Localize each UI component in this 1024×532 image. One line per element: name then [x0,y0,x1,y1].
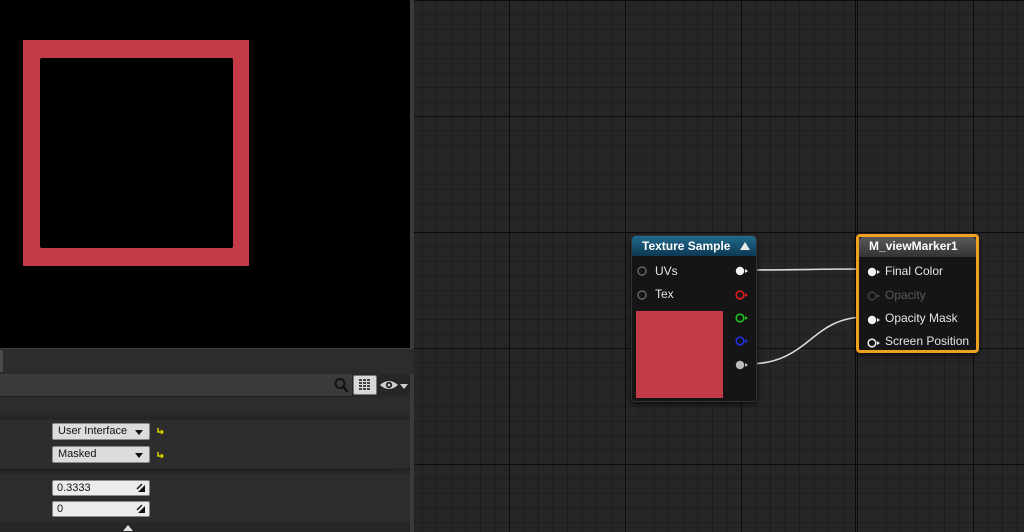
input-pin-screen-position[interactable] [867,338,881,348]
pin-label-opacity: Opacity [885,288,926,302]
material-result-node[interactable]: M_viewMarker1 Final Color Opacity Opacit… [856,234,979,353]
output-pin-r[interactable] [735,290,749,300]
input-pin-tex[interactable] [637,290,651,300]
node-title-bar[interactable]: Texture Sample [632,236,756,256]
texture-preview-thumbnail [636,311,723,398]
input-pin-uvs[interactable] [637,266,651,276]
pin-label-tex: Tex [655,287,674,301]
wire-rgb-to-final-color [747,268,867,271]
node-title: M_viewMarker1 [869,239,958,253]
output-pin-rgb[interactable] [735,266,749,276]
output-pin-a[interactable] [735,360,749,370]
pin-label-uvs: UVs [655,264,678,278]
input-pin-opacity [867,291,880,301]
input-pin-final-color[interactable] [867,267,881,277]
input-pin-opacity-mask[interactable] [867,315,881,325]
collapse-arrow-icon[interactable] [739,241,751,251]
pin-label-screen-position: Screen Position [885,334,970,348]
wire-a-to-opacity-mask [747,316,867,365]
texture-sample-node[interactable]: Texture Sample UVs Tex [631,235,757,402]
pin-label-final-color: Final Color [885,264,944,278]
output-pin-b[interactable] [735,336,749,346]
node-title: Texture Sample [642,239,731,253]
pin-label-opacity-mask: Opacity Mask [885,311,958,325]
node-title-bar[interactable]: M_viewMarker1 [859,237,976,257]
output-pin-g[interactable] [735,313,749,323]
